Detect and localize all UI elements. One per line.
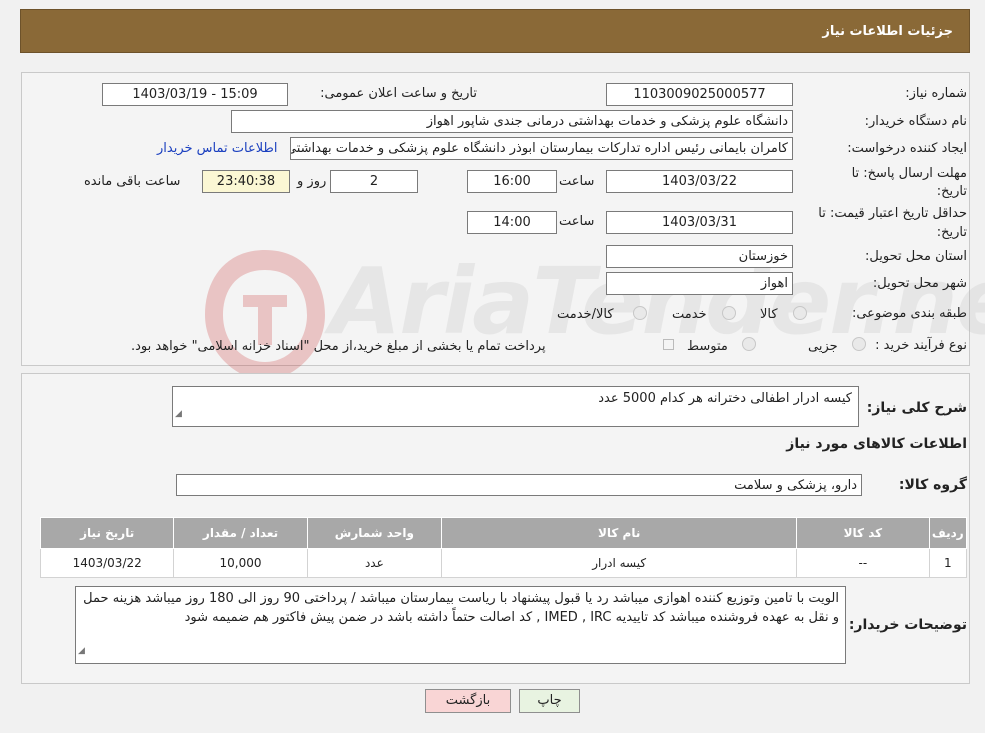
summary-text: کیسه ادرار اطفالی دخترانه هر کدام 5000 ع… — [598, 391, 852, 406]
process-radio-medium[interactable] — [742, 337, 756, 351]
cell-name: کیسه ادرار — [441, 548, 798, 578]
col-row-header: ردیف — [928, 517, 968, 549]
goods-table: ردیف کد کالا نام کالا واحد شمارش تعداد /… — [39, 517, 968, 578]
buyer-contact-link[interactable]: اطلاعات تماس خریدار — [157, 141, 277, 156]
price-validity-label-line2: تاریخ: — [936, 225, 967, 240]
response-deadline-time-field[interactable]: 16:00 — [467, 170, 557, 193]
price-validity-date-field[interactable]: 1403/03/31 — [606, 211, 793, 234]
col-quantity-header: تعداد / مقدار — [173, 517, 308, 549]
col-code-header: کد کالا — [796, 517, 930, 549]
days-label: روز و — [297, 174, 327, 189]
requester-field[interactable]: کامران بایمانی رئیس اداره تدارکات بیمارس… — [290, 137, 793, 160]
delivery-province-field[interactable]: خوزستان — [606, 245, 793, 268]
category-radio-goods-service[interactable] — [633, 306, 647, 320]
delivery-province-label: استان محل تحویل: — [865, 249, 967, 264]
cell-date: 1403/03/22 — [39, 548, 175, 578]
summary-label: شرح کلی نیاز: — [866, 400, 967, 416]
process-option-medium: متوسط — [687, 339, 728, 354]
purchase-process-label: نوع فرآیند خرید : — [875, 338, 967, 353]
announce-datetime-label: تاریخ و ساعت اعلان عمومی: — [320, 86, 477, 101]
category-radio-goods[interactable] — [793, 306, 807, 320]
response-deadline-label-line1: مهلت ارسال پاسخ: تا — [851, 166, 967, 181]
buyer-org-label: نام دستگاه خریدار: — [864, 114, 967, 129]
days-remaining-field[interactable]: 2 — [330, 170, 418, 193]
goods-group-label: گروه کالا: — [898, 477, 967, 493]
cell-code: -- — [796, 548, 930, 578]
category-option-goods: کالا — [760, 307, 778, 322]
process-radio-minor[interactable] — [852, 337, 866, 351]
category-option-goods-service: کالا/خدمت — [557, 307, 614, 322]
category-radio-service[interactable] — [722, 306, 736, 320]
page-header: جزئیات اطلاعات نیاز — [20, 9, 970, 53]
delivery-city-field[interactable]: اهواز — [606, 272, 793, 295]
resize-grip-icon: ◢ — [175, 409, 182, 419]
time-remaining-field[interactable]: 23:40:38 — [202, 170, 290, 193]
price-validity-time-field[interactable]: 14:00 — [467, 211, 557, 234]
cell-row: 1 — [928, 548, 968, 578]
response-deadline-date-field[interactable]: 1403/03/22 — [606, 170, 793, 193]
buyer-notes-text: الویت با تامین وتوزیع کننده اهوازی میباش… — [83, 591, 839, 625]
back-button[interactable]: بازگشت — [425, 689, 511, 713]
category-label: طبقه بندی موضوعی: — [851, 306, 967, 321]
response-time-label: ساعت — [559, 174, 595, 189]
need-number-label: شماره نیاز: — [905, 86, 967, 101]
price-validity-time-label: ساعت — [559, 214, 595, 229]
col-date-header: تاریخ نیاز — [39, 517, 175, 549]
summary-textarea[interactable]: کیسه ادرار اطفالی دخترانه هر کدام 5000 ع… — [172, 386, 859, 427]
col-name-header: نام کالا — [441, 517, 798, 549]
resize-grip-icon: ◢ — [78, 646, 85, 656]
cell-quantity: 10,000 — [173, 548, 308, 578]
col-unit-header: واحد شمارش — [306, 517, 443, 549]
cell-unit: عدد — [306, 548, 443, 578]
table-row[interactable]: 1 -- کیسه ادرار عدد 10,000 1403/03/22 — [39, 548, 968, 578]
buyer-notes-textarea[interactable]: الویت با تامین وتوزیع کننده اهوازی میباش… — [75, 586, 846, 664]
price-validity-label-line1: حداقل تاریخ اعتبار قیمت: تا — [818, 206, 967, 221]
time-remaining-label: ساعت باقی مانده — [84, 174, 181, 189]
process-option-minor: جزیی — [808, 339, 838, 354]
category-option-service: خدمت — [672, 307, 707, 322]
treasury-bonds-note: پرداخت تمام یا بخشی از مبلغ خرید،از محل … — [131, 339, 546, 354]
requester-label: ایجاد کننده درخواست: — [847, 141, 967, 156]
buyer-org-field[interactable]: دانشگاه علوم پزشکی و خدمات بهداشتی درمان… — [231, 110, 793, 133]
goods-group-field[interactable]: دارو، پزشکی و سلامت — [176, 474, 862, 496]
need-number-field[interactable]: 1103009025000577 — [606, 83, 793, 106]
treasury-bonds-checkbox[interactable] — [663, 339, 674, 350]
announce-datetime-field[interactable]: 1403/03/19 - 15:09 — [102, 83, 288, 106]
delivery-city-label: شهر محل تحویل: — [872, 276, 967, 291]
buyer-notes-label: توضیحات خریدار: — [848, 617, 967, 633]
response-deadline-label-line2: تاریخ: — [936, 184, 967, 199]
table-header-row: ردیف کد کالا نام کالا واحد شمارش تعداد /… — [39, 517, 968, 549]
page-title: جزئیات اطلاعات نیاز — [822, 24, 953, 39]
print-button[interactable]: چاپ — [519, 689, 580, 713]
goods-info-title: اطلاعات کالاهای مورد نیاز — [786, 436, 967, 452]
